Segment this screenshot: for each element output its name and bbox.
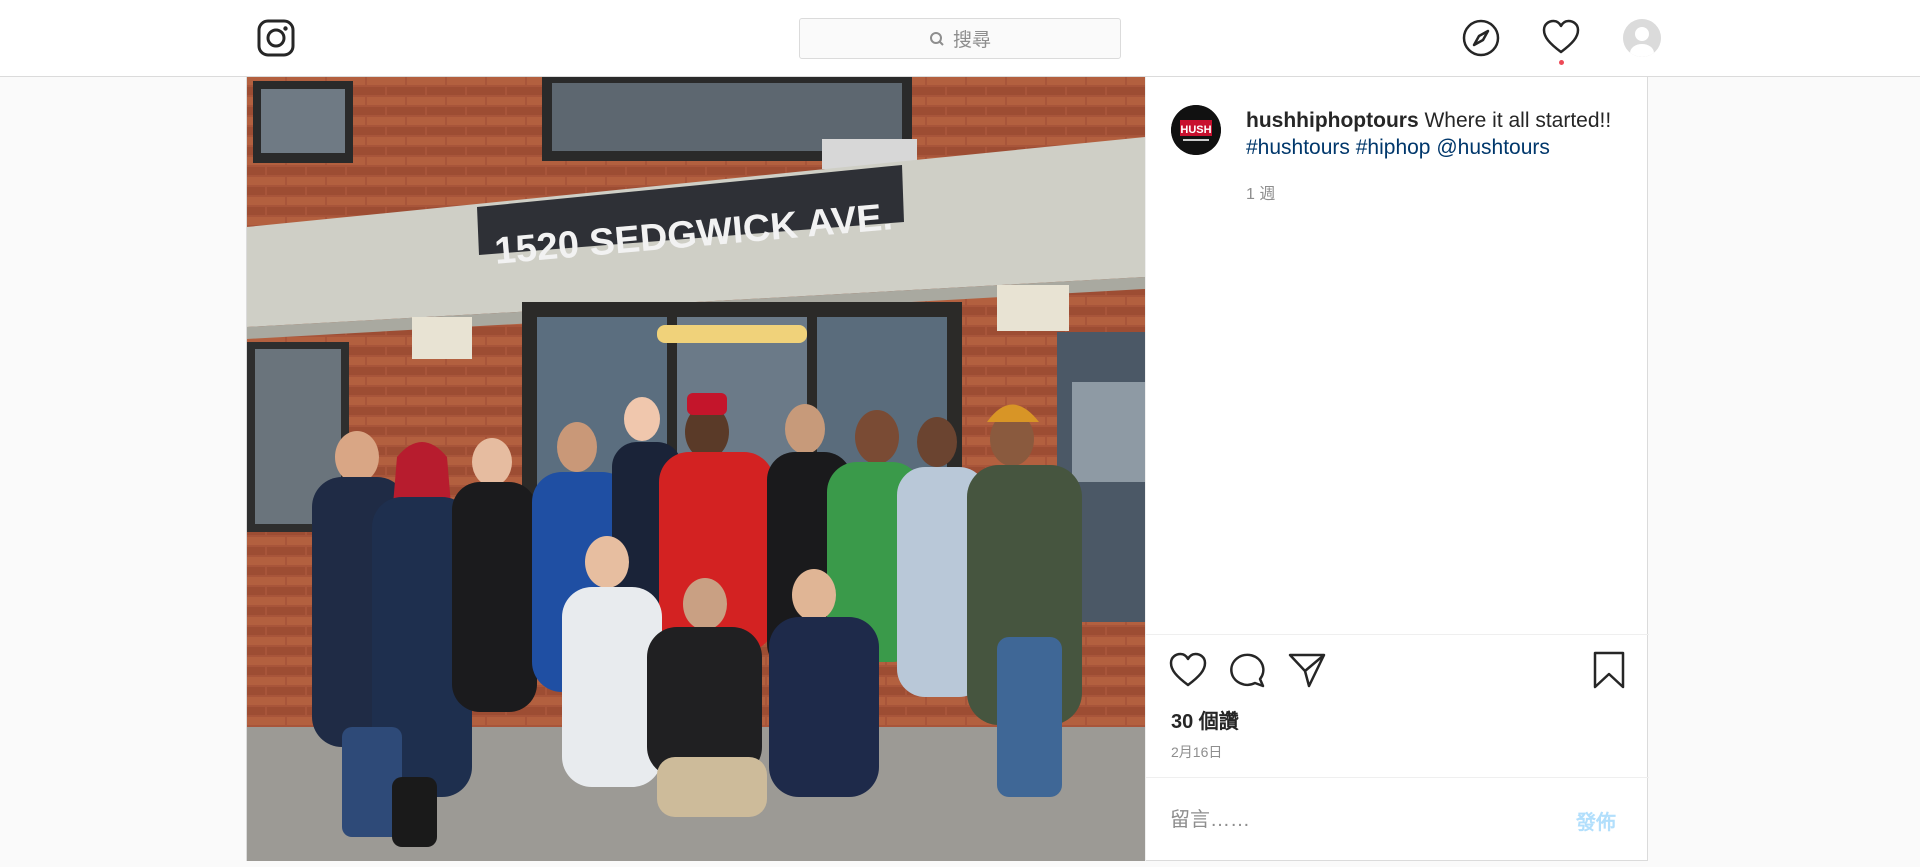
group-photo-illustration: 1520 SEDGWICK AVE.	[247, 77, 1145, 861]
post-photo[interactable]: 1520 SEDGWICK AVE.	[247, 77, 1145, 861]
author-username[interactable]: hushhiphoptours	[1246, 109, 1419, 132]
caption-text: Where it all started!!	[1418, 109, 1612, 132]
post-actions: 30 個讚 2月16日	[1146, 634, 1649, 779]
instagram-logo-icon[interactable]	[257, 19, 295, 57]
notification-dot	[1559, 60, 1564, 65]
search-icon	[929, 31, 944, 46]
caption-timestamp: 1 週	[1246, 186, 1276, 203]
like-heart-icon[interactable]	[1168, 650, 1208, 690]
post-caption: hushhiphoptours Where it all started!! #…	[1246, 107, 1626, 161]
post-sidebar: HUSH hushhiphoptours Where it all starte…	[1145, 77, 1649, 861]
comment-input[interactable]	[1170, 798, 1560, 842]
like-count[interactable]: 30 個讚	[1171, 705, 1239, 734]
bookmark-icon[interactable]	[1589, 650, 1629, 690]
post-card: 1520 SEDGWICK AVE. HUSH hushhiphoptours …	[246, 77, 1649, 861]
default-avatar-icon	[1623, 19, 1661, 57]
hashtag-link[interactable]: #hiphop	[1356, 136, 1431, 159]
comment-icon[interactable]	[1227, 650, 1267, 690]
search-placeholder: 搜尋	[952, 30, 991, 51]
author-avatar[interactable]: HUSH	[1171, 105, 1221, 155]
hush-logo-icon: HUSH	[1171, 105, 1221, 155]
search-box[interactable]: 搜尋	[799, 18, 1121, 59]
post-date: 2月16日	[1171, 744, 1223, 760]
compass-icon[interactable]	[1461, 18, 1501, 58]
avatar[interactable]	[1623, 19, 1661, 57]
heart-icon[interactable]	[1541, 18, 1581, 58]
top-navigation-bar: 搜尋	[0, 0, 1920, 77]
share-icon[interactable]	[1287, 650, 1327, 690]
mention-link[interactable]: @hushtours	[1436, 136, 1550, 159]
caption-area: HUSH hushhiphoptours Where it all starte…	[1146, 77, 1649, 634]
hashtag-link[interactable]: #hushtours	[1246, 136, 1350, 159]
svg-text:HUSH: HUSH	[1180, 124, 1211, 136]
comment-form: 發佈	[1146, 777, 1649, 861]
post-comment-button[interactable]: 發佈	[1576, 806, 1616, 835]
